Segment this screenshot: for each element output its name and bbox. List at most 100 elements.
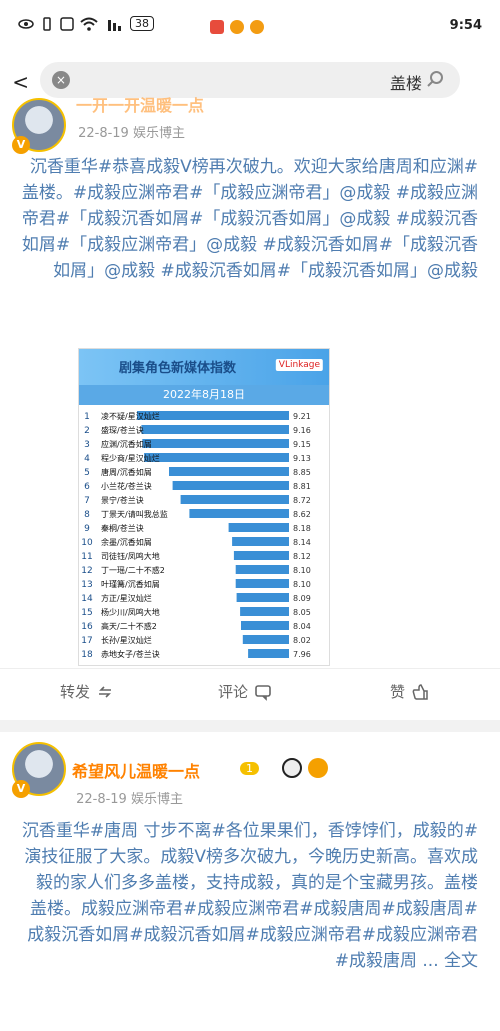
chart-rank-label: 2	[84, 426, 90, 436]
wifi-icon	[80, 17, 98, 31]
chart-value-label: 8.72	[293, 496, 311, 505]
chart-category-label: 杨少川/凤鸣大地	[101, 607, 160, 617]
like-icon	[412, 683, 428, 700]
chart-rank-label: 16	[81, 622, 93, 632]
chart-rank-label: 18	[81, 650, 93, 660]
search-icon	[427, 71, 443, 87]
chart-category-label: 叶瑾篝/沉香如屑	[101, 579, 160, 589]
chart-title: 剧集角色新媒体指数	[119, 361, 237, 376]
weibo-post-1: V 一开一开温暖一点 22-8-19 娱乐博主 #沉香重华#恭喜成毅V榜再次破九…	[0, 96, 500, 720]
chart-category-label: 丁一瑶/二十不惑2	[101, 565, 165, 575]
chart-bar	[172, 481, 289, 490]
status-bar: 9:54 38	[0, 0, 500, 56]
chart-value-label: 9.13	[293, 454, 311, 463]
chart-value-label: 8.04	[293, 622, 311, 631]
chart-category-label: 丁景天/请叫我总监	[101, 509, 168, 519]
chart-rank-label: 11	[81, 552, 92, 562]
mirrored-screen: 9:54 38 < 盖楼 × V 一开一开温暖一点 22-8-19 娱乐博主 #…	[0, 0, 500, 1031]
embedded-chart-image[interactable]: VLinkage 剧集角色新媒体指数 2022年8月18日 1 9.21 凌不疑/星…	[78, 348, 330, 666]
chart-bar	[228, 523, 289, 532]
chart-value-label: 8.14	[293, 538, 311, 547]
chart-date: 2022年8月18日	[79, 385, 329, 405]
chart-bar	[169, 467, 289, 476]
clear-search-icon[interactable]: ×	[52, 71, 70, 89]
chart-value-label: 9.16	[293, 426, 311, 435]
back-button[interactable]: <	[12, 70, 29, 94]
chart-category-label: 应渊/沉香如屑	[101, 439, 152, 449]
signal-icon	[108, 19, 121, 31]
chart-value-label: 8.10	[293, 580, 311, 589]
chart-bar	[242, 635, 289, 644]
repost-button[interactable]: 转发	[60, 681, 114, 702]
chart-category-label: 唐周/沉香如屑	[101, 467, 152, 477]
comment-button[interactable]: 评论	[218, 681, 272, 702]
chart-value-label: 8.81	[293, 482, 311, 491]
chart-rank-label: 5	[84, 468, 90, 478]
chart-category-label: 赤地女子/苍兰诀	[101, 649, 160, 659]
chart-value-label: 8.62	[293, 510, 311, 519]
weibo-post-2: ⌄ V 希望风儿温暖一点 1 22-8-19 娱乐博主 #沉香重华#唐周 寸步不…	[0, 732, 500, 1031]
nfc-icon	[60, 16, 74, 31]
chart-rank-label: 3	[84, 440, 90, 450]
sun-icon	[308, 758, 328, 778]
chart-rank-label: 1	[84, 412, 90, 422]
app-notification-icon-2	[230, 20, 244, 34]
chart-value-label: 9.15	[293, 440, 311, 449]
post-action-bar: 转发 评论 赞	[0, 668, 500, 712]
chart-bar	[241, 621, 289, 630]
status-right: 38	[18, 16, 154, 31]
chart-bar	[137, 411, 289, 420]
post-text: #沉香重华#唐周 寸步不离#各位果果们，香饽饽们，成毅的演技征服了大家。成毅V榜…	[21, 821, 478, 971]
chart-value-label: 7.96	[293, 650, 311, 659]
chart-value-label: 8.10	[293, 566, 311, 575]
chart-value-label: 8.12	[293, 552, 311, 561]
comment-label: 评论	[218, 683, 249, 701]
post-meta: 22-8-19 娱乐博主	[78, 122, 185, 141]
chart-rank-label: 15	[81, 608, 92, 618]
battery-indicator: 38	[130, 16, 154, 31]
chart-category-label: 小兰花/苍兰诀	[101, 481, 152, 491]
chart-bar	[236, 593, 289, 602]
post-content: #沉香重华#唐周 寸步不离#各位果果们，香饽饽们，成毅的演技征服了大家。成毅V榜…	[20, 818, 478, 974]
comment-icon	[255, 684, 271, 701]
chart-rank-label: 17	[81, 636, 92, 646]
chart-category-label: 秦桐/苍兰诀	[101, 523, 144, 533]
chart-category-label: 余墨/沉香如屑	[101, 537, 152, 547]
post-source: 娱乐博主	[130, 792, 183, 807]
chart-category-label: 程少商/星汉灿烂	[101, 453, 160, 463]
chart-bar	[235, 579, 289, 588]
chart-header: VLinkage 剧集角色新媒体指数	[79, 349, 329, 385]
app-notification-icon	[250, 20, 264, 34]
chart-category-label: 盛琛/苍兰诀	[101, 425, 144, 435]
like-label: 赞	[390, 683, 406, 701]
status-time: 9:54	[449, 18, 482, 33]
repost-icon	[99, 685, 112, 698]
chart-category-label: 方正/星汉灿烂	[101, 593, 152, 603]
post-username[interactable]: 希望风儿温暖一点	[72, 758, 200, 782]
verified-badge-icon: V	[12, 136, 30, 154]
chart-rank-label: 7	[84, 496, 90, 506]
eye-icon	[18, 18, 34, 29]
like-button[interactable]: 赞	[390, 681, 429, 702]
post-text: #沉香重华#恭喜成毅V榜再次破九。欢迎大家给唐周和应渊盖楼。#成毅应渊帝君#「成…	[21, 157, 478, 281]
post-date: 22-8-19	[76, 792, 127, 807]
chart-bar	[233, 551, 289, 560]
chart-value-label: 8.18	[293, 524, 311, 533]
chart-value-label: 8.05	[293, 608, 311, 617]
chart-rank-label: 13	[81, 580, 92, 590]
repost-label: 转发	[60, 683, 91, 701]
status-icons	[18, 16, 122, 31]
post-meta: 22-8-19 娱乐博主	[76, 788, 183, 807]
chart-category-label: 司徒钰/凤鸣大地	[101, 551, 160, 561]
chart-category-label: 凌不疑/星汉灿烂	[101, 411, 160, 421]
verified-badge-icon: V	[12, 780, 30, 798]
bar-chart: 1 9.21 凌不疑/星汉灿烂 2 9.16 盛琛/苍兰诀 3 9.15 应渊/沉香如屑 4 9.1…	[81, 411, 311, 660]
chart-bar	[232, 537, 289, 546]
panda-icon	[282, 758, 302, 778]
chart-value-label: 8.85	[293, 468, 311, 477]
post-username[interactable]: 一开一开温暖一点	[76, 92, 204, 116]
chart-rank-label: 10	[81, 538, 93, 548]
chart-value-label: 9.21	[293, 412, 311, 421]
chart-rank-label: 4	[84, 454, 90, 464]
chart-bar	[235, 565, 289, 574]
